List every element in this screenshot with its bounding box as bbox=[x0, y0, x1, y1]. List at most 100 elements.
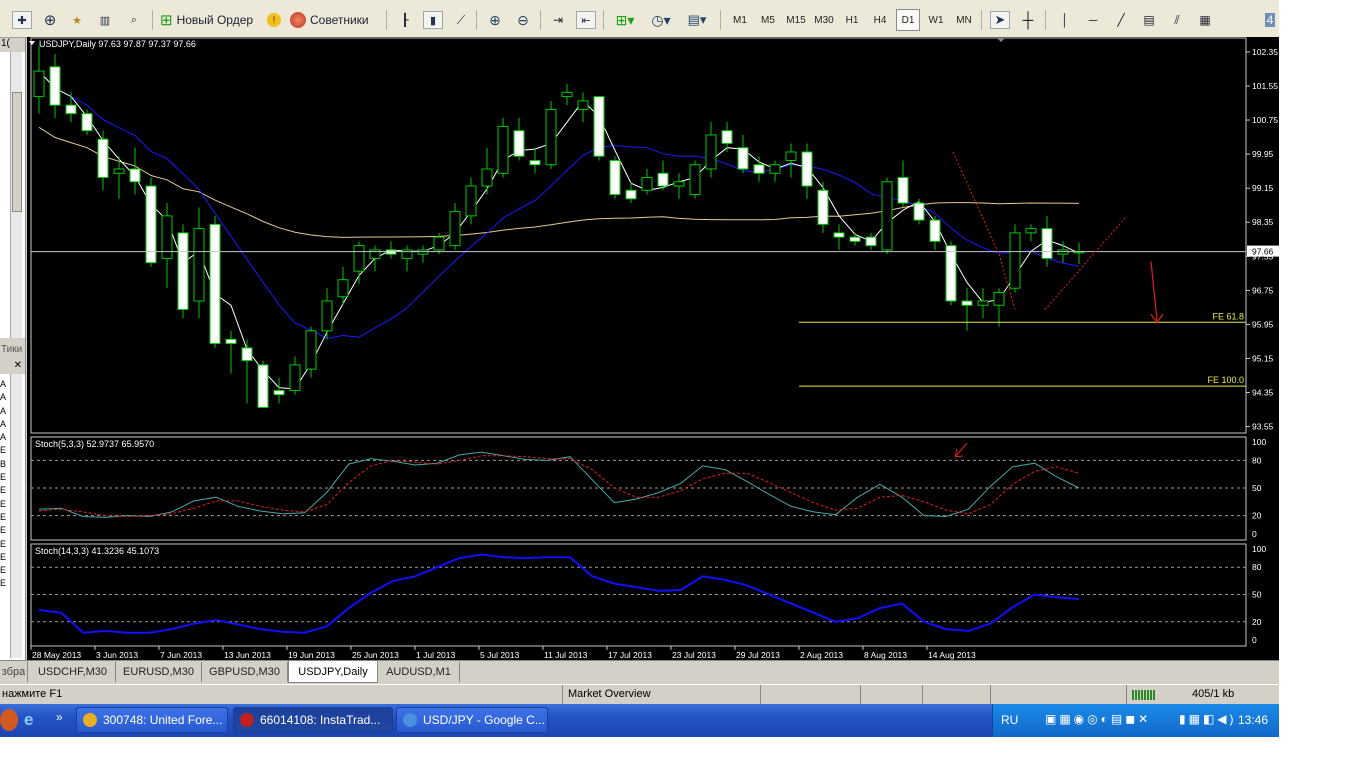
new-chart-button[interactable]: ✚ bbox=[12, 9, 32, 31]
chart-shift-button[interactable]: ⇤ bbox=[575, 9, 597, 31]
candle-body bbox=[433, 236, 445, 251]
left-tab[interactable]: збра bbox=[0, 662, 28, 682]
date-label: 8 Aug 2013 bbox=[864, 650, 907, 660]
language-indicator[interactable]: RU bbox=[1001, 713, 1018, 727]
magnifier-window-icon: ⌕ bbox=[130, 13, 138, 26]
cursor-tool[interactable]: ➤ bbox=[989, 9, 1011, 31]
new-order-button[interactable]: ⊞ Новый Ордер bbox=[160, 9, 260, 31]
candle-body bbox=[929, 219, 941, 242]
ticks-tab[interactable]: Тики bbox=[0, 338, 25, 360]
advisors-button[interactable]: Советники bbox=[290, 9, 380, 31]
price-label: 93.55 bbox=[1252, 422, 1274, 432]
indicators-button[interactable]: ⊞▾ bbox=[610, 9, 640, 31]
candle-body bbox=[881, 181, 893, 251]
navigator-item[interactable]: В bbox=[0, 458, 8, 471]
market-watch-button[interactable]: ★ bbox=[67, 9, 87, 31]
navigator-item[interactable]: Е bbox=[0, 484, 8, 497]
date-label: 19 Jun 2013 bbox=[288, 650, 335, 660]
candle-body bbox=[33, 70, 45, 98]
candle-body bbox=[257, 364, 269, 408]
candle-body bbox=[529, 159, 541, 166]
quicklaunch-overflow-icon[interactable]: » bbox=[56, 710, 63, 724]
stoch-level-label: 100 bbox=[1252, 544, 1266, 554]
navigator-close-icon[interactable]: ✕ bbox=[0, 360, 25, 374]
timeframe-d1[interactable]: D1 bbox=[896, 9, 920, 31]
timeframe-w1[interactable]: W1 bbox=[924, 9, 948, 31]
horizontal-line-tool[interactable]: ─ bbox=[1082, 9, 1104, 31]
candle-body bbox=[65, 104, 77, 115]
candlestick-button[interactable]: ▮ bbox=[422, 9, 444, 31]
terminal-window: ✚ ⊕ ★ ▥ ⌕ ⊞ Новый Ордер ! Советники ┠ ▮ … bbox=[0, 0, 1279, 737]
navigator-scrollbar[interactable] bbox=[10, 374, 22, 658]
timeframe-mn[interactable]: MN bbox=[952, 9, 976, 31]
gann-tool[interactable]: ⫽ bbox=[1166, 9, 1188, 31]
navigator-item[interactable]: Е bbox=[0, 551, 8, 564]
chart-area[interactable]: FE 61.8 FE 100.0 USDJPY,Daily 97.63 97.87… bbox=[27, 37, 1279, 661]
navigator-item[interactable]: Е bbox=[0, 577, 8, 590]
app-icon bbox=[403, 713, 417, 727]
candle-body bbox=[897, 177, 909, 204]
channel-tool[interactable]: ▤ bbox=[1138, 9, 1160, 31]
scroll-thumb[interactable] bbox=[12, 92, 22, 212]
timeframe-m1[interactable]: M1 bbox=[728, 9, 752, 31]
fe-61-label: FE 61.8 bbox=[1212, 311, 1244, 321]
chart-tab-eurusd-m30[interactable]: EURUSD,M30 bbox=[116, 662, 202, 682]
tray-icons[interactable]: ▣▦◉◎◐▤◼✕ bbox=[1045, 712, 1151, 726]
chart-tab-usdjpy-daily[interactable]: USDJPY,Daily bbox=[288, 661, 378, 683]
candle-body bbox=[129, 168, 141, 183]
crosshair-target-icon: ⊕ bbox=[43, 12, 57, 29]
bar-chart-button[interactable]: ┠ bbox=[394, 9, 416, 31]
navigator-item[interactable]: Е bbox=[0, 524, 8, 537]
taskbar-button[interactable]: 66014108: InstaTrad... bbox=[233, 707, 393, 733]
navigator-item[interactable]: А bbox=[0, 391, 8, 404]
navigator-item[interactable]: Е bbox=[0, 471, 8, 484]
navigator-item[interactable]: А bbox=[0, 405, 8, 418]
chart-tab-usdchf-m30[interactable]: USDCHF,M30 bbox=[30, 662, 116, 682]
vertical-line-tool[interactable]: │ bbox=[1054, 9, 1076, 31]
timeframe-h1[interactable]: H1 bbox=[840, 9, 864, 31]
navigator-item[interactable]: А bbox=[0, 418, 8, 431]
crosshair-tool[interactable]: ┼ bbox=[1017, 9, 1039, 31]
chart-shift-icon: ⇤ bbox=[576, 11, 596, 29]
toolbar-overflow-button[interactable]: 4 bbox=[1262, 9, 1278, 31]
taskbar-button[interactable]: USD/JPY - Google C... bbox=[396, 707, 548, 733]
timeframe-h4[interactable]: H4 bbox=[868, 9, 892, 31]
autoscroll-button[interactable]: ⇥ bbox=[547, 9, 569, 31]
navigator-item[interactable]: Е bbox=[0, 444, 8, 457]
navigator-item[interactable]: Е bbox=[0, 564, 8, 577]
chart-tab-gbpusd-m30[interactable]: GBPUSD,M30 bbox=[202, 662, 288, 682]
candle-body bbox=[49, 66, 61, 106]
taskbar-button[interactable]: 300748: United Fore... bbox=[76, 707, 228, 733]
market-watch-scrollbar[interactable] bbox=[10, 52, 22, 364]
line-chart-button[interactable]: ⟋ bbox=[450, 9, 472, 31]
chart-tab-audusd-m1[interactable]: AUDUSD,M1 bbox=[378, 662, 460, 682]
ma-slow-line bbox=[38, 126, 1080, 238]
fibonacci-tool[interactable]: ▦ bbox=[1194, 9, 1216, 31]
navigator-button[interactable]: ▥ bbox=[95, 9, 115, 31]
navigator-item[interactable]: Е bbox=[0, 538, 8, 551]
zoom-in-button[interactable]: ⊕ bbox=[484, 9, 506, 31]
navigator-item[interactable]: Е bbox=[0, 498, 8, 511]
navigator-item[interactable]: А bbox=[0, 378, 8, 391]
candle-body bbox=[769, 164, 781, 174]
profiles-button[interactable]: ⊕ bbox=[40, 9, 60, 31]
trendline-tool[interactable]: ╱ bbox=[1110, 9, 1132, 31]
market-watch-header: 1( bbox=[0, 38, 25, 52]
timeframe-m5[interactable]: M5 bbox=[756, 9, 780, 31]
navigator-item[interactable]: Е bbox=[0, 511, 8, 524]
metaeditor-button[interactable]: ! bbox=[264, 9, 284, 31]
navigator-item[interactable]: А bbox=[0, 431, 8, 444]
periods-button[interactable]: ◷▾ bbox=[646, 9, 676, 31]
zoom-out-button[interactable]: ⊖ bbox=[512, 9, 534, 31]
tester-button[interactable]: ⌕ bbox=[124, 9, 144, 31]
shift-marker-icon bbox=[997, 38, 1005, 42]
timeframe-m15[interactable]: M15 bbox=[784, 9, 808, 31]
start-orb-icon[interactable] bbox=[0, 709, 18, 731]
candle-body bbox=[241, 347, 253, 362]
tray-icons-2[interactable]: ▮▦◧◀) bbox=[1179, 712, 1237, 726]
main-toolbar: ✚ ⊕ ★ ▥ ⌕ ⊞ Новый Ордер ! Советники ┠ ▮ … bbox=[0, 0, 1279, 38]
ie-icon[interactable]: e bbox=[24, 710, 42, 730]
templates-button[interactable]: ▤▾ bbox=[682, 9, 712, 31]
timeframe-m30[interactable]: M30 bbox=[812, 9, 836, 31]
cursor-arrow-icon: ➤ bbox=[990, 11, 1010, 29]
